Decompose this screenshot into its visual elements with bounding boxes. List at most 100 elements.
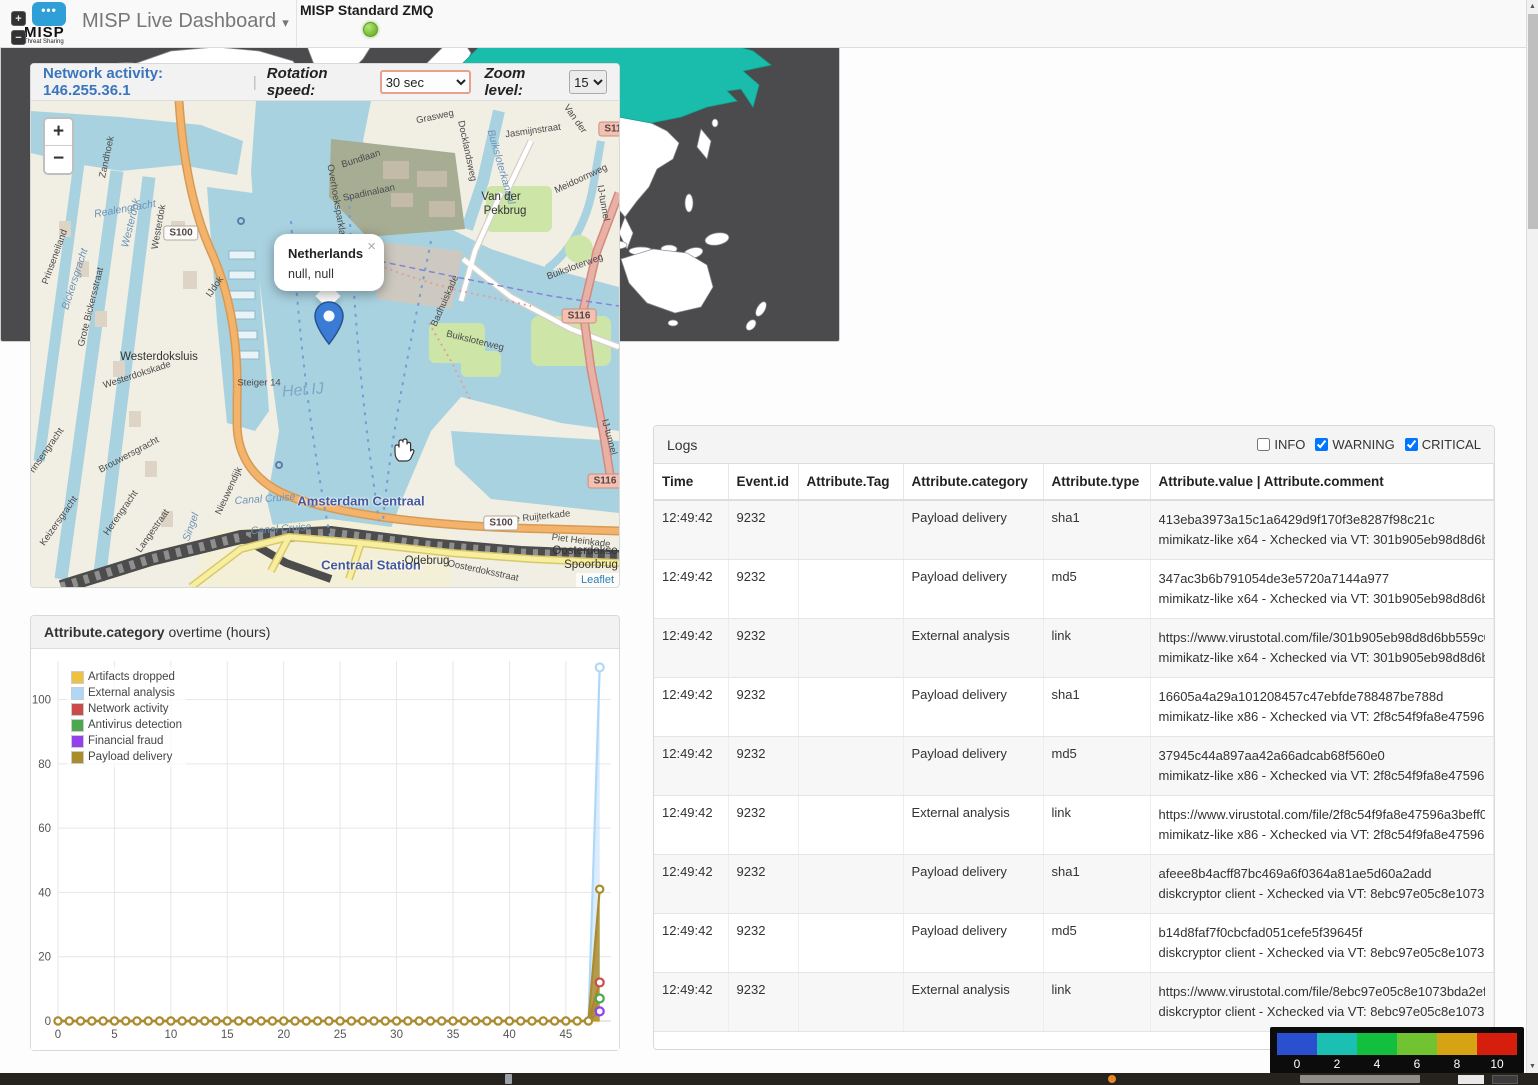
road-badge: S100 (483, 516, 518, 531)
taskbar-item-light[interactable] (1458, 1075, 1484, 1084)
log-cell: 12:49:42 (654, 737, 728, 796)
chart-title-bold: Attribute.category (44, 624, 165, 640)
dashboard-dropdown[interactable]: MISP Live Dashboard▾ (82, 10, 289, 33)
logs-table-header-row: TimeEvent.idAttribute.TagAttribute.categ… (654, 464, 1494, 500)
column-header: Event.id (728, 464, 798, 500)
leaflet-attribution-link[interactable]: Leaflet (576, 573, 619, 587)
log-cell: 12:49:42 (654, 678, 728, 737)
road-badge: S100 (163, 226, 198, 241)
log-cell: 12:49:42 (654, 914, 728, 973)
popup-close-icon[interactable]: × (367, 238, 376, 255)
popup-coordinates: null, null (288, 267, 372, 281)
log-cell (798, 737, 903, 796)
column-header: Attribute.category (903, 464, 1043, 500)
filter-warning-checkbox[interactable] (1315, 438, 1328, 451)
log-cell: link (1043, 973, 1150, 1032)
log-cell: 12:49:42 (654, 619, 728, 678)
log-cell (798, 500, 903, 560)
taskbar-icon[interactable] (505, 1074, 512, 1084)
log-row: 12:49:429232External analysislinkhttps:/… (654, 973, 1494, 1032)
zoom-level-select[interactable]: 15 (569, 70, 607, 94)
attribute-category-chart-panel: Attribute.category overtime (hours) 0204… (30, 615, 620, 1051)
network-activity-header: Network activity: 146.255.36.1 | Rotatio… (31, 64, 619, 101)
scrollbar-up-icon[interactable]: ▲ (1527, 0, 1538, 13)
navbar: ••• MISP Threat Sharing MISP Live Dashbo… (0, 0, 1538, 48)
chevron-down-icon: ▾ (282, 15, 289, 30)
legend-item: Financial fraud (71, 733, 182, 749)
log-cell: Payload delivery (903, 500, 1043, 560)
log-cell: Payload delivery (903, 678, 1043, 737)
svg-text:15: 15 (221, 1029, 234, 1041)
svg-text:100: 100 (32, 695, 51, 707)
log-row: 12:49:429232Payload deliverysha116605a4a… (654, 678, 1494, 737)
column-header: Attribute.Tag (798, 464, 903, 500)
svg-text:45: 45 (559, 1029, 572, 1041)
logs-title: Logs (667, 437, 697, 453)
log-value-cell: afeee8b4acff87bc469a6f0364a81ae5d60a2add… (1150, 855, 1494, 914)
svg-text:25: 25 (334, 1029, 347, 1041)
log-cell: 12:49:42 (654, 973, 728, 1032)
log-cell: External analysis (903, 973, 1043, 1032)
log-cell: 9232 (728, 737, 798, 796)
log-value-cell: 413eba3973a15c1a6429d9f170f3e8287f98c21c… (1150, 500, 1494, 560)
log-cell: Payload delivery (903, 737, 1043, 796)
log-cell: 9232 (728, 619, 798, 678)
log-row: 12:49:429232Payload deliverymd5b14d8faf7… (654, 914, 1494, 973)
rotation-speed-select[interactable]: 30 sec (380, 70, 471, 94)
filter-info-checkbox[interactable] (1257, 438, 1270, 451)
taskbar-orange-icon[interactable] (1108, 1075, 1116, 1083)
log-cell: 9232 (728, 796, 798, 855)
legend-item: Antivirus detection (71, 717, 182, 733)
legend-item: Artifacts dropped (71, 669, 182, 685)
log-cell: md5 (1043, 560, 1150, 619)
log-value-cell: https://www.virustotal.com/file/301b905e… (1150, 619, 1494, 678)
log-cell (798, 619, 903, 678)
log-cell: md5 (1043, 914, 1150, 973)
filter-critical[interactable]: CRITICAL (1405, 437, 1481, 452)
log-cell: 9232 (728, 500, 798, 560)
log-cell: 9232 (728, 973, 798, 1032)
log-value-cell: b14d8faf7f0cbcfad051cefe5f39645fdiskcryp… (1150, 914, 1494, 973)
log-cell: Payload delivery (903, 855, 1043, 914)
map-marker-icon[interactable] (313, 301, 345, 345)
filter-info[interactable]: INFO (1257, 437, 1305, 452)
world-zoom-in-button[interactable]: + (11, 11, 26, 26)
log-row: 12:49:429232Payload deliverymd537945c44a… (654, 737, 1494, 796)
logs-filters: INFO WARNING CRITICAL (1247, 437, 1481, 452)
taskbar-item-dark[interactable] (1492, 1075, 1518, 1084)
taskbar-window-preview[interactable] (1300, 1075, 1420, 1083)
road-badge: S116 (588, 474, 619, 489)
page-scrollbar[interactable]: ▲ ▼ (1526, 0, 1538, 1073)
misp-logo: ••• MISP Threat Sharing (24, 1, 76, 47)
log-value-cell: https://www.virustotal.com/file/2f8c54f9… (1150, 796, 1494, 855)
svg-text:5: 5 (111, 1029, 117, 1041)
rotation-speed-label: Rotation speed: (267, 65, 374, 99)
log-row: 12:49:429232Payload deliverysha1413eba39… (654, 500, 1494, 560)
zmq-status-block: MISP Standard ZMQ (300, 0, 460, 48)
legend-item: Payload delivery (71, 749, 182, 765)
log-cell: 12:49:42 (654, 560, 728, 619)
svg-text:10: 10 (164, 1029, 177, 1041)
chart-header: Attribute.category overtime (hours) (31, 616, 619, 649)
popup-title: Netherlands (288, 246, 372, 261)
map-zoom-out-button[interactable]: − (45, 146, 72, 173)
log-value-cell: 37945c44a897aa42a66adcab68f560e0mimikatz… (1150, 737, 1494, 796)
logs-header: Logs INFO WARNING CRITICAL (654, 426, 1494, 464)
world-zoom-control: + − (11, 11, 26, 49)
svg-text:0: 0 (55, 1029, 61, 1041)
scrollbar-thumb[interactable] (1528, 14, 1538, 229)
log-row: 12:49:429232Payload deliverymd5347ac3b6b… (654, 560, 1494, 619)
misp-logo-bubble-icon: ••• (32, 2, 66, 26)
os-taskbar[interactable] (0, 1073, 1538, 1085)
log-cell: sha1 (1043, 855, 1150, 914)
map-popup: × Netherlands null, null (274, 234, 384, 291)
log-cell: 12:49:42 (654, 855, 728, 914)
map-zoom-in-button[interactable]: + (45, 119, 72, 146)
svg-text:35: 35 (447, 1029, 460, 1041)
filter-critical-checkbox[interactable] (1405, 438, 1418, 451)
svg-text:80: 80 (38, 759, 51, 771)
world-zoom-out-button[interactable]: − (11, 30, 26, 45)
leaflet-map[interactable]: + − × Netherlands null, null Leaflet Het… (31, 101, 619, 587)
filter-warning[interactable]: WARNING (1315, 437, 1394, 452)
scrollbar-down-icon[interactable]: ▼ (1527, 1060, 1538, 1073)
